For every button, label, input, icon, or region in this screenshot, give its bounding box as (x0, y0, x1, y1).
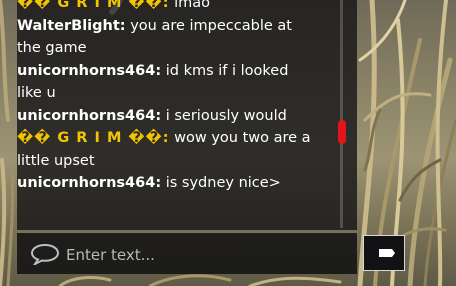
author-separator: : (119, 17, 126, 34)
chat-message: unicornhorns464: is sydney nice> (17, 172, 317, 195)
chat-text-input[interactable] (66, 244, 346, 266)
message-text: i seriously would (165, 107, 287, 124)
author-separator: : (162, 0, 170, 11)
chat-scrollbar-thumb[interactable] (338, 120, 346, 144)
message-author: �� G R I M �� (17, 130, 163, 146)
chat-message: unicornhorns464: i seriously would (17, 105, 317, 128)
chat-message-list: �� G R I M ��: lmao WalterBlight: you ar… (17, 0, 317, 195)
message-author: WalterBlight (17, 17, 120, 34)
message-author: unicornhorns464 (17, 62, 156, 79)
chat-message: WalterBlight: you are impeccable at the … (17, 15, 317, 60)
chat-message: �� G R I M ��: wow you two are a little … (17, 127, 317, 172)
send-icon (376, 249, 395, 257)
message-text: is sydney nice> (165, 175, 281, 191)
send-button[interactable] (363, 235, 405, 271)
message-author: unicornhorns464 (17, 175, 156, 191)
author-separator: : (155, 175, 162, 191)
chat-message: �� G R I M ��: lmao (17, 0, 317, 15)
author-separator: : (155, 107, 162, 124)
chat-scrollbar-track[interactable] (340, 0, 343, 228)
author-separator: : (155, 62, 162, 79)
message-author: �� G R I M �� (17, 0, 163, 11)
chat-message: unicornhorns464: id kms if i looked like… (17, 60, 317, 105)
message-author: unicornhorns464 (17, 107, 156, 124)
speech-bubble-icon (30, 243, 60, 267)
message-text: lmao (174, 0, 211, 11)
author-separator: : (162, 130, 170, 146)
